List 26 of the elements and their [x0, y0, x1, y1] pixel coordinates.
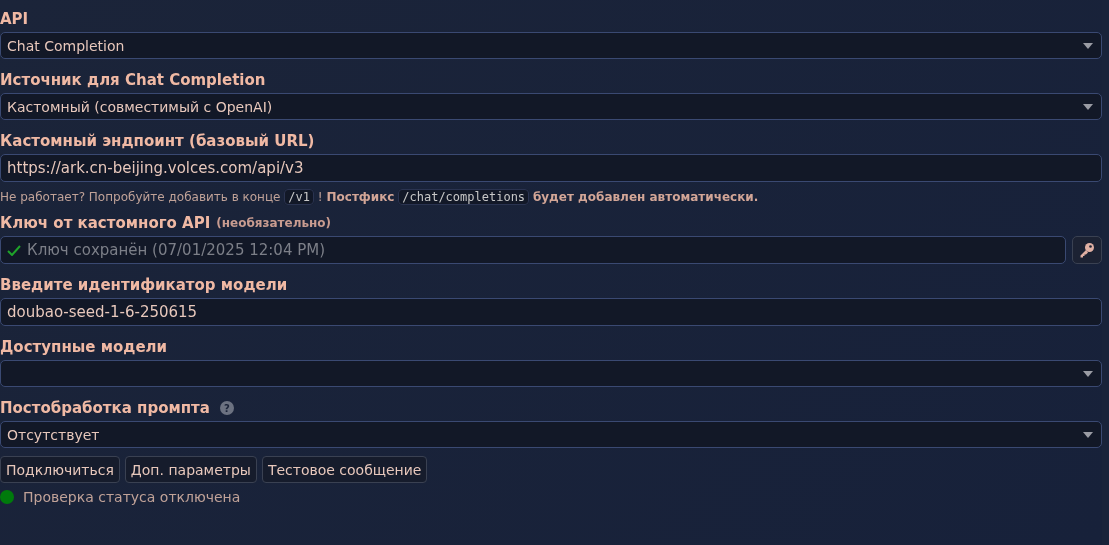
dropdown[interactable]: Кастомный (совместимый с OpenAI): [0, 93, 1102, 120]
caret-icon: [1083, 370, 1093, 377]
action-button[interactable]: Подключиться: [0, 456, 120, 483]
key-icon: [1079, 242, 1095, 258]
action-button[interactable]: Тестовое сообщение: [261, 456, 428, 483]
field-label: Источник для Chat Completion: [0, 71, 266, 89]
field-label: Введите идентификатор модели: [0, 276, 288, 294]
field-label: API: [0, 10, 29, 28]
optional-note: (необязательно): [216, 216, 332, 230]
key-button[interactable]: [1072, 236, 1102, 264]
status-text: Проверка статуса отключена: [23, 489, 241, 505]
check-icon: [7, 244, 21, 256]
dropdown[interactable]: Chat Completion: [0, 32, 1102, 59]
field-label: Доступные модели: [0, 338, 168, 356]
dropdown[interactable]: Отсутствует: [0, 421, 1102, 448]
caret-icon: [1083, 42, 1093, 49]
caret-icon: [1083, 431, 1093, 438]
field-label: Постобработка промпта: [0, 399, 210, 417]
action-button[interactable]: Доп. параметры: [124, 456, 257, 483]
field-label: Ключ от кастомного API: [0, 214, 211, 232]
text-field[interactable]: doubao-seed-1-6-250615: [0, 298, 1102, 326]
api-key-field[interactable]: Ключ сохранён (07/01/2025 12:04 PM): [0, 236, 1066, 264]
caret-icon: [1083, 103, 1093, 110]
hint-text: Не работает? Попробуйте добавить в конце /v1 ! Постфикс /chat/completions будет добавлен автоматически.: [0, 190, 760, 204]
text-field[interactable]: https://ark.cn-beijing.volces.com/api/v3: [0, 154, 1102, 182]
field-label: Кастомный эндпоинт (базовый URL): [0, 132, 315, 150]
